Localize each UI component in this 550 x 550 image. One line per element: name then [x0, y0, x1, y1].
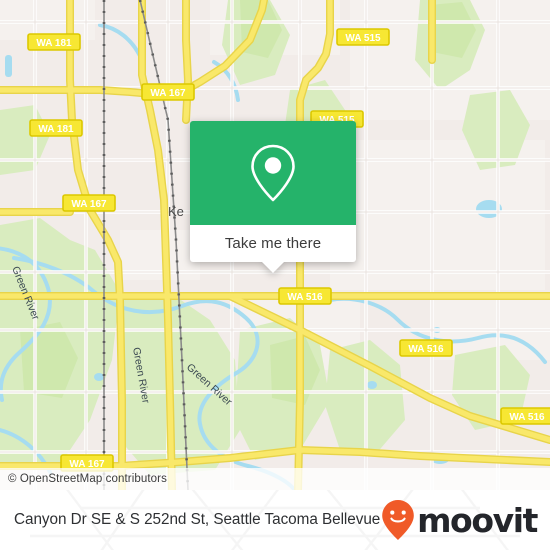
location-address: Canyon Dr SE & S 252nd St, Seattle Tacom… — [14, 511, 381, 528]
moovit-wordmark: moovit — [417, 500, 538, 540]
attribution-text: © OpenStreetMap contributors — [8, 473, 167, 485]
take-me-there-label: Take me there — [224, 235, 322, 252]
screenshot-root: Ke Green River Green River Green River W… — [0, 0, 550, 550]
svg-text:WA 181: WA 181 — [36, 38, 72, 49]
popup-header — [190, 121, 356, 225]
shield-wa-516-left: WA 516 — [278, 287, 332, 305]
svg-text:WA 516: WA 516 — [287, 292, 323, 303]
svg-text:WA 167: WA 167 — [150, 88, 186, 99]
bottom-bar: Canyon Dr SE & S 252nd St, Seattle Tacom… — [0, 490, 550, 550]
moovit-pin-smiley-icon — [382, 500, 414, 540]
svg-text:WA 181: WA 181 — [38, 124, 74, 135]
shield-wa-516-mid: WA 516 — [399, 339, 453, 357]
map-pin-icon — [251, 144, 295, 202]
shield-wa-516-right: WA 516 — [500, 407, 550, 425]
moovit-logo[interactable]: moovit — [381, 499, 538, 541]
shield-wa-181-lower: WA 181 — [29, 119, 83, 137]
svg-text:WA 515: WA 515 — [345, 33, 381, 44]
shield-wa-181-upper: WA 181 — [27, 33, 81, 51]
svg-text:WA 516: WA 516 — [408, 344, 444, 355]
popup-footer[interactable]: Take me there — [190, 225, 356, 273]
shield-wa-167-upper: WA 167 — [141, 83, 195, 101]
popup-tail — [261, 261, 285, 273]
svg-text:WA 516: WA 516 — [509, 412, 545, 423]
shield-wa-515-upper: WA 515 — [336, 28, 390, 46]
svg-text:WA 167: WA 167 — [71, 199, 107, 210]
map-attribution[interactable]: © OpenStreetMap contributors — [0, 468, 550, 490]
destination-popup[interactable]: Take me there — [190, 121, 356, 273]
shield-wa-167-mid: WA 167 — [62, 194, 116, 212]
map-city-label: Ke — [168, 204, 184, 219]
